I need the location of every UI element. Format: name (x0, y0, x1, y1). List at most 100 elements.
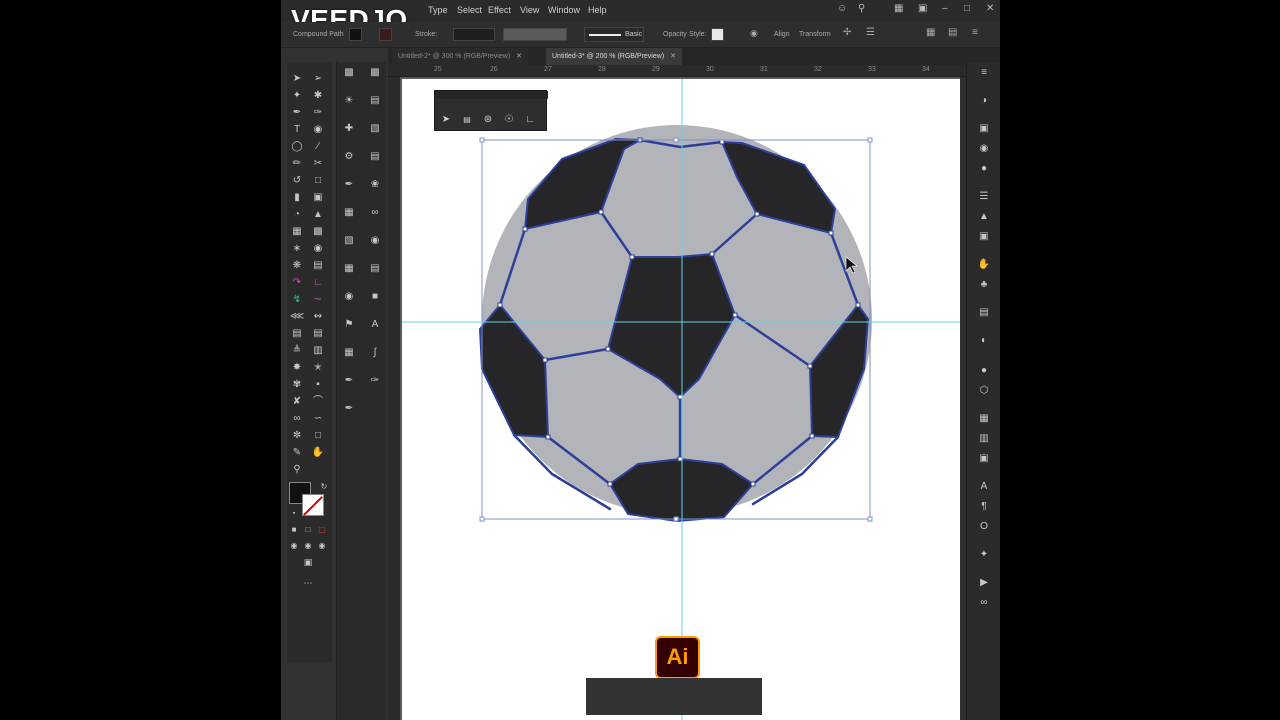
artboards-icon[interactable]: ▤ (368, 94, 382, 107)
user-icon[interactable]: ☺ (837, 3, 847, 14)
rotate-tool-icon[interactable]: ↺ (290, 174, 304, 187)
symbol-shifter-icon[interactable]: ∞ (290, 412, 304, 425)
menu-icon[interactable]: ≡ (977, 66, 991, 79)
edit-toolbar-icon[interactable]: ⋯ (301, 577, 315, 590)
swap-colors-icon[interactable]: ↻ (317, 480, 331, 493)
maximize-icon[interactable]: □ (964, 3, 970, 14)
appearance-icon[interactable]: ◉ (368, 234, 382, 247)
eyedropper-icon[interactable]: ∗ (290, 242, 304, 255)
opacity-label[interactable]: Opacity (663, 31, 687, 38)
smooth-tool-icon[interactable]: ∼ (311, 293, 325, 306)
links-icon[interactable]: ∞ (368, 206, 382, 219)
spiral-tool-icon[interactable]: ∽ (311, 412, 325, 425)
envelope-icon[interactable]: ☰ (866, 27, 875, 38)
bloat-tool-icon[interactable]: ✾ (290, 378, 304, 391)
soccer-ball-artwork[interactable] (402, 79, 960, 720)
library-icon[interactable]: ▧ (368, 122, 382, 135)
selection-tool-icon[interactable]: ➤ (439, 113, 453, 126)
selection-tool-icon[interactable]: ➤ (290, 72, 304, 85)
plus-icon[interactable]: ✚ (342, 122, 356, 135)
actions-play-icon[interactable]: ▶ (977, 576, 991, 589)
brush-panel-icon[interactable]: ✑ (368, 374, 382, 387)
flag-icon[interactable]: ⚑ (342, 318, 356, 331)
glyph-icon[interactable]: ∫ (368, 346, 382, 359)
stroke-panel-icon[interactable]: ▤ (977, 306, 991, 319)
magic-wand-icon[interactable]: ✦ (290, 89, 304, 102)
search-icon[interactable]: ⚲ (858, 3, 865, 14)
shape-builder-icon[interactable]: ◔ (290, 208, 304, 221)
menu-help[interactable]: Help (588, 5, 607, 15)
club-icon[interactable]: ♣ (977, 278, 991, 291)
artboards-panel-icon[interactable]: ▣ (977, 230, 991, 243)
brush-definition[interactable]: Basic (584, 27, 644, 42)
curvature-tool-icon[interactable]: ✑ (311, 106, 325, 119)
gradient-mode-icon[interactable]: □ (301, 523, 315, 536)
gradient-panel-icon[interactable]: ◐ (977, 334, 991, 347)
more-icon[interactable]: ≡ (972, 27, 978, 38)
width-tool-icon[interactable]: ▮ (290, 191, 304, 204)
pencil-tool-icon[interactable]: ✏ (290, 157, 304, 170)
transparency-icon[interactable]: ■ (368, 290, 382, 303)
align-panel-icon[interactable]: ☰ (977, 190, 991, 203)
align-label[interactable]: Align (774, 31, 790, 38)
recolor-icon[interactable]: ◉ (750, 28, 758, 39)
warp-tool-icon[interactable]: ▤ (311, 327, 325, 340)
grid-panel-icon[interactable]: ▦ (342, 262, 356, 275)
floating-toolbar[interactable]: ➤ ▤ ⊛ ☉ ∟ (434, 90, 548, 131)
symbol-scruncher-icon[interactable]: ✼ (290, 429, 304, 442)
feather-icon[interactable]: ✒ (342, 374, 356, 387)
mesh-tool-icon[interactable]: ▦ (290, 225, 304, 238)
stroke-weight-field[interactable] (453, 28, 495, 41)
workspace-icon[interactable]: ▦ (894, 3, 903, 14)
stroke-swatch[interactable] (379, 28, 392, 41)
draw-behind-icon[interactable]: ◉ (301, 539, 315, 552)
pathfinder-icon[interactable]: ▧ (342, 234, 356, 247)
pucker-tool-icon[interactable]: ✭ (311, 361, 325, 374)
pen-tool-icon[interactable]: ✒ (290, 106, 304, 119)
slice-tool-icon[interactable]: ↭ (311, 310, 325, 323)
distribute-icon[interactable]: ▥ (977, 432, 991, 445)
none-mode-icon[interactable]: ▢ (315, 523, 329, 536)
screen-mode-icon[interactable]: ▣ (301, 556, 315, 569)
artboard[interactable] (402, 79, 960, 720)
draw-normal-icon[interactable]: ◉ (287, 539, 301, 552)
graphic-styles-icon[interactable]: ▤ (368, 150, 382, 163)
perspective-grid-icon[interactable]: ▲ (311, 208, 325, 221)
image-icon[interactable]: ▦ (342, 346, 356, 359)
fill-swatch[interactable] (349, 28, 362, 41)
transform-panel-icon[interactable]: ▦ (977, 412, 991, 425)
rectangle-grid-icon[interactable]: ▪ (311, 378, 325, 391)
graph-tool-icon[interactable]: ▤ (311, 259, 325, 272)
measure-tool-icon[interactable]: ✎ (290, 446, 304, 459)
group-select-icon[interactable]: ▤ (460, 113, 474, 126)
floating-toolbar-grip[interactable] (435, 91, 548, 99)
swatches-icon[interactable]: ◉ (342, 290, 356, 303)
symbol-sprayer-icon[interactable]: ❋ (290, 259, 304, 272)
default-colors-icon[interactable]: ▪ (287, 507, 301, 520)
pen-panel-icon[interactable]: ✒ (342, 178, 356, 191)
symbols-icon[interactable]: ❀ (368, 178, 382, 191)
brightness-icon[interactable]: ☀ (342, 94, 356, 107)
properties-icon[interactable]: ◑ (977, 94, 991, 107)
menu-select[interactable]: Select (457, 5, 482, 15)
free-transform-icon[interactable]: ▣ (311, 191, 325, 204)
anchor-tool-icon[interactable]: ↯ (290, 293, 304, 306)
blend-tool-icon[interactable]: ◉ (311, 242, 325, 255)
close-window-icon[interactable]: ✕ (986, 3, 994, 14)
color-icon[interactable]: ◉ (977, 142, 991, 155)
close-icon[interactable]: ✕ (516, 53, 522, 60)
canvas[interactable] (400, 77, 960, 720)
asset-export-icon[interactable]: ▩ (368, 66, 382, 79)
pathfinder-panel-icon[interactable]: ▣ (977, 452, 991, 465)
twirl-tool-icon[interactable]: ✸ (290, 361, 304, 374)
stroke-color-box[interactable] (302, 494, 324, 516)
variable-width-profile[interactable] (503, 28, 567, 41)
ellipse-tool-icon[interactable]: ◯ (290, 140, 304, 153)
scissors-icon[interactable]: ✂ (311, 157, 325, 170)
pathfinder-icon[interactable]: ☉ (502, 113, 516, 126)
transform-label[interactable]: Transform (799, 31, 831, 38)
tab-untitled-3[interactable]: Untitled-3* @ 200 % (RGB/Preview) ✕ (546, 48, 683, 65)
gradient-tool-icon[interactable]: ▩ (311, 225, 325, 238)
chart-tool-icon[interactable]: ▥ (311, 344, 325, 357)
layers-icon[interactable]: ▲ (977, 210, 991, 223)
